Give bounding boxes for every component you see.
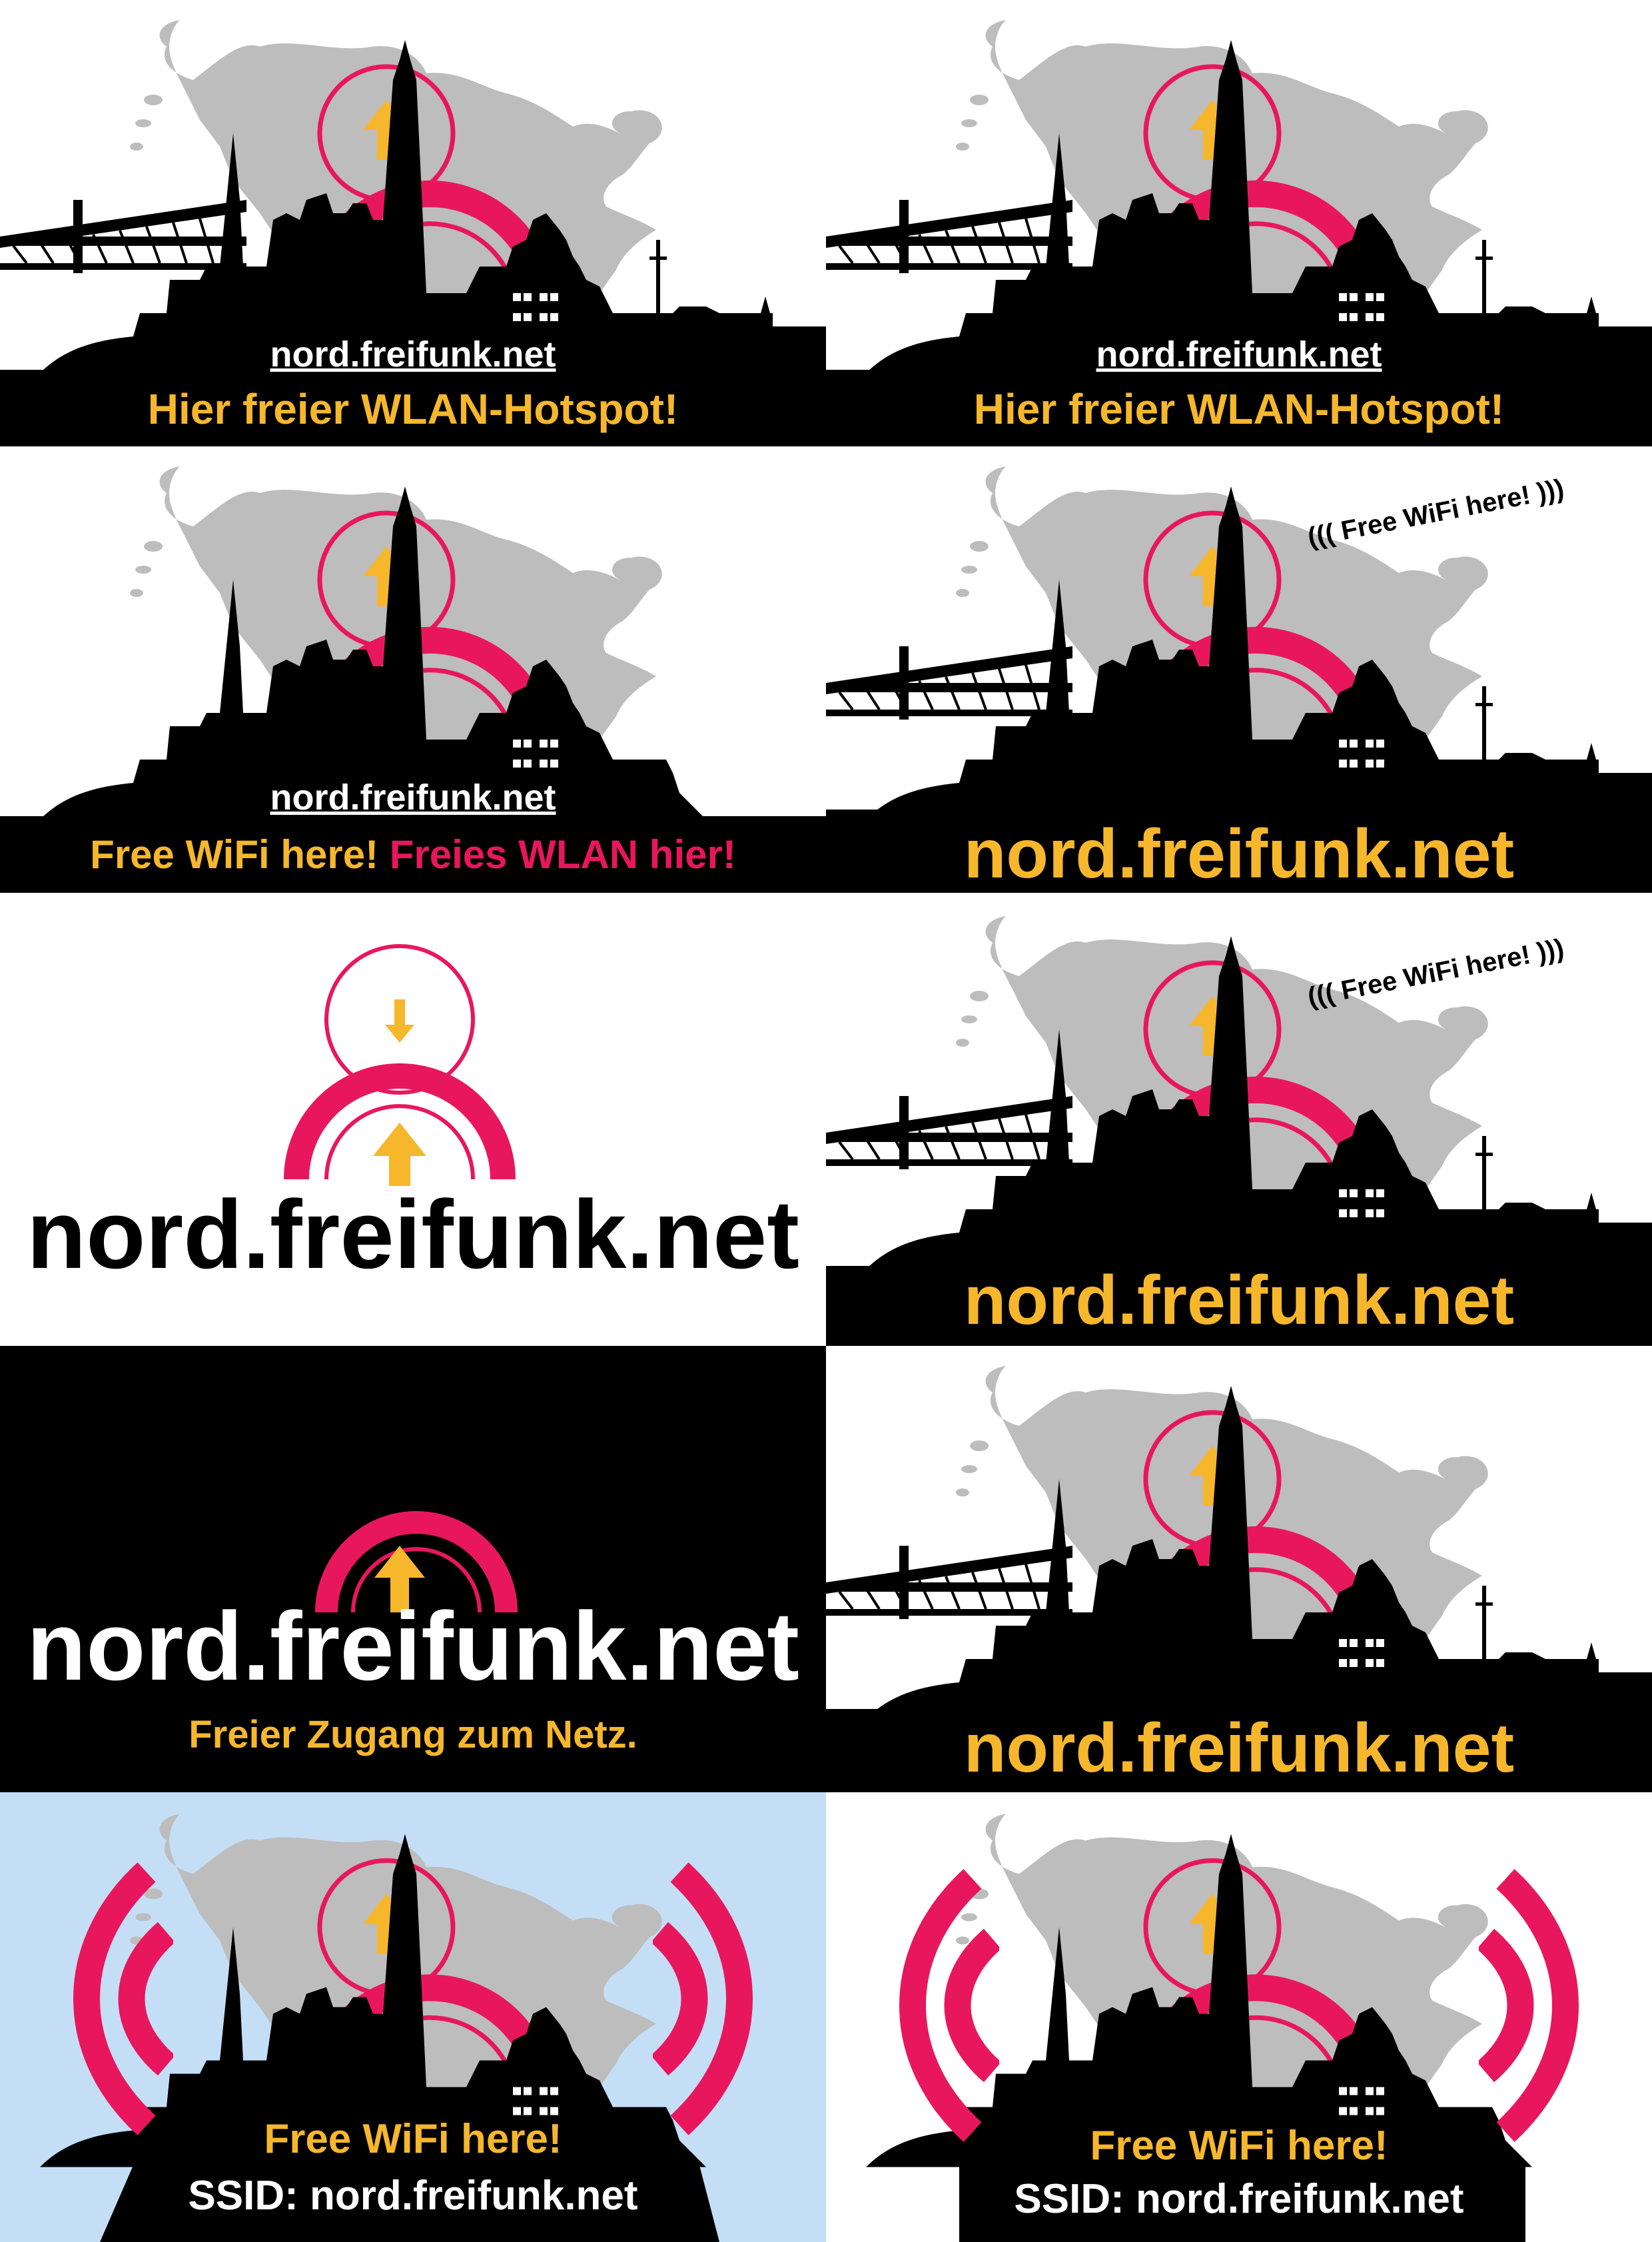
skyline-illustration bbox=[0, 0, 826, 446]
wifi-waves-icon: ((( bbox=[1305, 518, 1338, 552]
slogan: Free WiFi here! bbox=[1090, 2123, 1388, 2169]
wifi-waves-icon: ))) bbox=[1534, 474, 1567, 508]
wifi-waves-icon bbox=[1479, 1866, 1612, 2145]
skyline-illustration bbox=[0, 446, 826, 893]
url-label[interactable]: nord.freifunk.net bbox=[826, 336, 1652, 372]
ssid-label: SSID: nord.freifunk.net bbox=[188, 2173, 638, 2219]
url-label[interactable]: nord.freifunk.net bbox=[0, 780, 826, 816]
wifi-waves-icon bbox=[653, 1859, 786, 2139]
slogan: Hier freier WLAN-Hotspot! bbox=[147, 385, 679, 433]
down-arrow-icon bbox=[385, 999, 414, 1043]
tagline: Freier Zugang zum Netz. bbox=[189, 1713, 637, 1756]
url-label[interactable]: nord.freifunk.net bbox=[826, 1266, 1652, 1335]
slogan-de: Freies WLAN hier! bbox=[389, 832, 736, 877]
slogan-en: Free WiFi here! bbox=[90, 832, 379, 877]
skyline-illustration bbox=[826, 0, 1652, 446]
ssid-label: SSID: nord.freifunk.net bbox=[1014, 2176, 1464, 2222]
slogan-line: Free WiFi here! Freies WLAN hier! bbox=[0, 835, 826, 875]
url-label[interactable]: nord.freifunk.net bbox=[0, 1598, 826, 1695]
card-bridge-url: nord.freifunk.net bbox=[826, 1346, 1652, 1792]
wifi-waves-icon bbox=[866, 1866, 999, 2145]
card-logo-black: nord.freifunk.net Freier Zugang zum Netz… bbox=[0, 1346, 826, 1792]
url-label[interactable]: nord.freifunk.net bbox=[0, 336, 826, 372]
card-bridge-url-tag-2: ((( Free WiFi here! ))) nord.freifunk.ne… bbox=[826, 893, 1652, 1346]
slogan: Free WiFi here! bbox=[264, 2116, 562, 2162]
url-label[interactable]: nord.freifunk.net bbox=[0, 1186, 826, 1283]
card-logo-white: nord.freifunk.net bbox=[0, 893, 826, 1346]
url-label[interactable]: nord.freifunk.net bbox=[826, 1714, 1652, 1783]
wifi-waves-icon bbox=[40, 1859, 173, 2139]
wifi-waves-icon: ((( bbox=[1305, 978, 1338, 1012]
card-hotspot-de-1: nord.freifunk.net Hier freier WLAN-Hotsp… bbox=[0, 0, 826, 446]
card-ssid-blue: Free WiFi here! SSID: nord.freifunk.net bbox=[0, 1792, 826, 2242]
sticker-sheet: nord.freifunk.net Hier freier WLAN-Hotsp… bbox=[0, 0, 1652, 2242]
wifi-waves-icon: ))) bbox=[1534, 933, 1567, 967]
card-hotspot-de-2: nord.freifunk.net Hier freier WLAN-Hotsp… bbox=[826, 0, 1652, 446]
card-ssid-white: Free WiFi here! SSID: nord.freifunk.net bbox=[826, 1792, 1652, 2242]
card-bridge-url-tag: ((( Free WiFi here! ))) nord.freifunk.ne… bbox=[826, 446, 1652, 893]
card-free-wifi-bilingual: nord.freifunk.net Free WiFi here! Freies… bbox=[0, 446, 826, 893]
up-arrow-icon bbox=[373, 1123, 426, 1186]
url-label[interactable]: nord.freifunk.net bbox=[826, 820, 1652, 889]
slogan: Hier freier WLAN-Hotspot! bbox=[973, 385, 1505, 433]
